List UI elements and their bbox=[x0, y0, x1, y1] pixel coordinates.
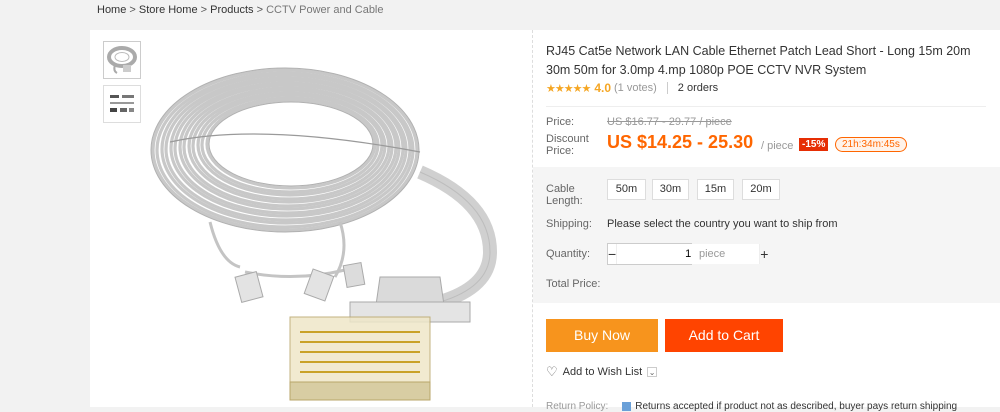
title-divider bbox=[546, 106, 986, 107]
wishlist-button[interactable]: ♡ Add to Wish List ⌄ bbox=[546, 364, 658, 380]
rating-votes[interactable]: (1 votes) bbox=[614, 82, 657, 94]
breadcrumb-current-category[interactable]: CCTV Power and Cable bbox=[266, 4, 383, 16]
cable-coil-thumb-icon bbox=[107, 46, 137, 74]
ethernet-cable-image bbox=[150, 67, 498, 401]
quantity-input[interactable] bbox=[616, 244, 761, 264]
quantity-label: Quantity: bbox=[546, 248, 591, 260]
breadcrumb: Home > Store Home > Products > CCTV Powe… bbox=[97, 4, 384, 16]
discount-price-label: Discount Price: bbox=[546, 133, 589, 157]
thumbnail-cable-coil[interactable] bbox=[103, 41, 141, 79]
rating-row: ★★★★★ 4.0 (1 votes) 2 orders bbox=[546, 81, 718, 95]
breadcrumb-separator: > bbox=[126, 4, 139, 16]
price-unit: / piece bbox=[761, 140, 794, 152]
price-label: Price: bbox=[546, 116, 575, 128]
rating-stars-icon: ★★★★★ bbox=[546, 82, 591, 95]
breadcrumb-products[interactable]: Products bbox=[210, 4, 253, 16]
heart-icon: ♡ bbox=[546, 364, 558, 379]
wishlist-label: Add to Wish List bbox=[562, 366, 643, 378]
length-option-20m[interactable]: 20m bbox=[742, 179, 780, 200]
breadcrumb-store-home[interactable]: Store Home bbox=[139, 4, 198, 16]
rating-separator bbox=[666, 82, 668, 94]
breadcrumb-separator: > bbox=[253, 4, 267, 16]
length-option-50m[interactable]: 50m bbox=[607, 179, 646, 200]
length-option-30m[interactable]: 30m bbox=[652, 179, 689, 200]
total-price-label: Total Price: bbox=[546, 278, 601, 290]
product-main-image[interactable] bbox=[150, 32, 520, 407]
original-price: US $16.77 - 29.77 / piece bbox=[607, 116, 732, 128]
buy-now-button[interactable]: Buy Now bbox=[546, 319, 658, 352]
cable-length-label: Cable Length: bbox=[546, 183, 583, 207]
quantity-stepper: − + bbox=[607, 243, 768, 265]
thumbnail-list bbox=[103, 41, 143, 129]
thumbnail-cable-lengths[interactable] bbox=[103, 85, 141, 123]
shipping-label: Shipping: bbox=[546, 218, 592, 230]
chevron-down-icon[interactable]: ⌄ bbox=[647, 367, 658, 377]
orders-count: 2 orders bbox=[677, 82, 719, 94]
discount-badge: -15% bbox=[799, 138, 829, 151]
countdown-timer: 21h:34m:45s bbox=[835, 137, 907, 152]
breadcrumb-separator: > bbox=[197, 4, 211, 16]
shipping-text: Please select the country you want to sh… bbox=[607, 218, 838, 230]
cable-lengths-thumb-icon bbox=[110, 95, 134, 112]
discount-price: US $14.25 - 25.30 bbox=[607, 132, 754, 152]
length-option-15m[interactable]: 15m bbox=[697, 179, 734, 200]
breadcrumb-home[interactable]: Home bbox=[97, 4, 126, 16]
product-title: RJ45 Cat5e Network LAN Cable Ethernet Pa… bbox=[546, 44, 971, 77]
quantity-increase-button[interactable]: + bbox=[760, 244, 768, 264]
rating-score[interactable]: 4.0 bbox=[594, 81, 611, 95]
quantity-unit: piece bbox=[699, 248, 726, 260]
return-policy-icon bbox=[622, 401, 632, 411]
quantity-decrease-button[interactable]: − bbox=[608, 244, 616, 264]
add-to-cart-button[interactable]: Add to Cart bbox=[665, 319, 783, 352]
